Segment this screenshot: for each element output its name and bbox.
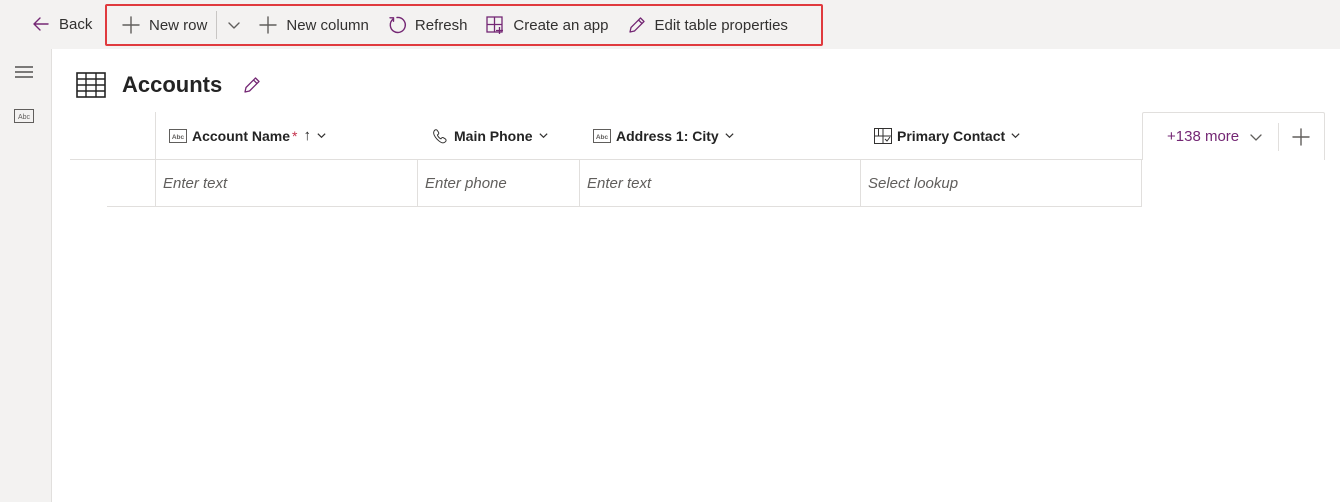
phone-icon	[433, 128, 447, 143]
new-row-button[interactable]: New row	[112, 7, 216, 43]
new-row-dropdown-button[interactable]	[219, 7, 249, 43]
chevron-down-icon	[317, 133, 326, 139]
page-title: Accounts	[122, 72, 223, 97]
back-button[interactable]: Back	[22, 6, 101, 42]
plus-icon	[1292, 127, 1310, 146]
more-columns-label: +138 more	[1167, 128, 1240, 145]
text-field-icon: Abc	[14, 109, 34, 123]
chevron-down-icon	[1011, 133, 1020, 139]
column-header-account-name[interactable]: Abc Account Name * ↑	[155, 112, 417, 159]
app-grid-icon	[486, 16, 504, 34]
new-row: Enter text Enter phone Enter text Select…	[107, 160, 1142, 207]
hamburger-icon	[15, 66, 33, 78]
plus-icon	[122, 16, 140, 34]
more-columns-button[interactable]: +138 more	[1143, 114, 1278, 160]
text-field-icon: Abc	[593, 128, 611, 143]
toolbar-highlight-box: New row New column Refresh Create an app…	[105, 4, 823, 46]
primary-contact-lookup[interactable]: Select lookup	[860, 160, 1141, 206]
column-label: Account Name	[192, 127, 291, 144]
new-row-label: New row	[149, 16, 208, 34]
rail-text-field-button[interactable]: Abc	[12, 106, 36, 126]
required-indicator: *	[292, 127, 298, 144]
arrow-left-icon	[33, 17, 49, 31]
plus-icon	[259, 16, 278, 34]
account-name-input[interactable]: Enter text	[155, 160, 417, 206]
pencil-icon[interactable]	[242, 75, 262, 95]
column-label: Address 1: City	[616, 127, 719, 144]
add-column-button[interactable]	[1279, 114, 1324, 160]
left-rail: Abc	[0, 49, 52, 502]
create-app-label: Create an app	[513, 16, 609, 34]
column-label: Primary Contact	[897, 127, 1006, 144]
edit-table-properties-button[interactable]: Edit table properties	[618, 7, 797, 43]
refresh-label: Refresh	[414, 16, 468, 34]
chevron-down-icon	[538, 133, 548, 139]
new-column-button[interactable]: New column	[249, 7, 378, 43]
svg-text:Abc: Abc	[172, 134, 185, 141]
page-header: Accounts	[76, 70, 262, 100]
text-field-icon: Abc	[169, 128, 187, 143]
chevron-down-icon	[228, 22, 241, 29]
more-columns-container: +138 more	[1142, 112, 1325, 160]
column-header-primary-contact[interactable]: Primary Contact	[860, 112, 1142, 159]
new-column-label: New column	[286, 16, 369, 34]
table-grid-icon	[76, 72, 106, 98]
command-bar: Back New row New column Refresh Create a…	[0, 0, 1340, 49]
back-label: Back	[59, 15, 93, 33]
svg-text:Abc: Abc	[18, 114, 31, 121]
svg-text:Abc: Abc	[596, 134, 609, 141]
hamburger-menu-button[interactable]	[12, 62, 36, 82]
create-app-button[interactable]: Create an app	[476, 7, 617, 43]
grid-header: Abc Account Name * ↑ Main Phone Abc Addre…	[70, 112, 1142, 160]
column-header-address-city[interactable]: Abc Address 1: City	[579, 112, 860, 159]
refresh-icon	[389, 16, 406, 34]
refresh-button[interactable]: Refresh	[378, 7, 477, 43]
column-divider	[1141, 160, 1142, 207]
sort-ascending-indicator: ↑	[303, 127, 311, 144]
chevron-down-icon	[725, 133, 734, 139]
edit-table-label: Edit table properties	[654, 16, 788, 34]
main-phone-input[interactable]: Enter phone	[417, 160, 579, 206]
split-divider	[216, 11, 218, 39]
column-label: Main Phone	[454, 127, 533, 144]
column-header-main-phone[interactable]: Main Phone	[417, 112, 579, 159]
lookup-icon	[874, 127, 892, 144]
address-city-input[interactable]: Enter text	[579, 160, 860, 206]
pencil-icon	[628, 17, 645, 33]
chevron-down-icon	[1250, 133, 1262, 141]
